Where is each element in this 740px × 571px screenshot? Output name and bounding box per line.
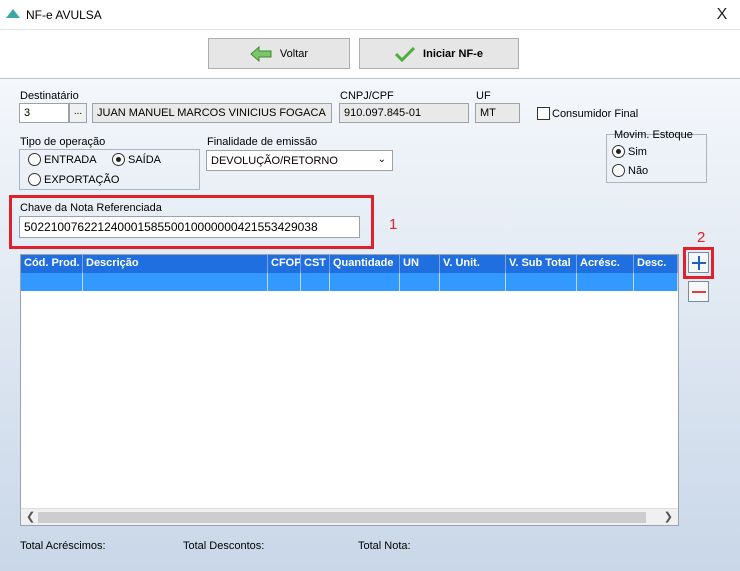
- annotation-number-2: 2: [697, 229, 706, 246]
- col-cod-prod[interactable]: Cód. Prod.: [21, 255, 83, 273]
- col-v-sub-total[interactable]: V. Sub Total: [506, 255, 577, 273]
- uf-field: MT: [475, 103, 520, 123]
- finalidade-label: Finalidade de emissão: [207, 136, 318, 148]
- table-row[interactable]: [21, 273, 678, 291]
- finalidade-select[interactable]: DEVOLUÇÃO/RETORNO ⌄: [206, 150, 393, 171]
- radio-estoque-sim-label: Sim: [628, 145, 647, 158]
- grid-header: Cód. Prod. Descrição CFOP CST Quantidade…: [21, 255, 678, 273]
- total-descontos-label: Total Descontos:: [183, 540, 265, 552]
- radio-exportacao[interactable]: EXPORTAÇÃO: [28, 173, 119, 186]
- table-cell[interactable]: [301, 273, 330, 291]
- uf-label: UF: [476, 90, 491, 102]
- table-cell[interactable]: [21, 273, 83, 291]
- finalidade-value: DEVOLUÇÃO/RETORNO: [211, 155, 338, 167]
- close-icon[interactable]: X: [712, 5, 732, 25]
- radio-estoque-nao-label: Não: [628, 164, 649, 177]
- app-logo-icon: [6, 9, 20, 18]
- iniciar-nfe-button[interactable]: Iniciar NF-e: [359, 38, 519, 69]
- scroll-right-icon[interactable]: ❯: [664, 510, 673, 523]
- window-title: NF-e AVULSA: [26, 8, 102, 22]
- radio-exportacao-label: EXPORTAÇÃO: [44, 173, 120, 186]
- destinatario-code-field[interactable]: 3: [19, 103, 69, 123]
- radio-saida[interactable]: SAÍDA: [112, 153, 161, 166]
- cnpj-field: 910.097.845-01: [339, 103, 469, 123]
- plus-icon: [691, 255, 706, 270]
- arrow-left-icon: [250, 45, 272, 62]
- radio-entrada-circle: [28, 153, 41, 166]
- remove-item-button[interactable]: [688, 281, 709, 302]
- voltar-button[interactable]: Voltar: [208, 38, 350, 69]
- table-cell[interactable]: [268, 273, 301, 291]
- table-cell[interactable]: [577, 273, 634, 291]
- destinatario-name-field: JUAN MANUEL MARCOS VINICIUS FOGACA: [92, 103, 332, 123]
- radio-entrada[interactable]: ENTRADA: [28, 153, 97, 166]
- radio-exportacao-circle: [28, 173, 41, 186]
- title-bar: NF-e AVULSA X: [0, 0, 740, 30]
- add-item-button[interactable]: [688, 252, 709, 273]
- total-nota-label: Total Nota:: [358, 540, 411, 552]
- table-cell[interactable]: [330, 273, 400, 291]
- chave-label: Chave da Nota Referenciada: [20, 202, 162, 214]
- radio-saida-circle: [112, 153, 125, 166]
- movim-estoque-label: Movim. Estoque: [614, 129, 693, 141]
- col-acresc[interactable]: Acrésc.: [577, 255, 634, 273]
- col-cfop[interactable]: CFOP: [268, 255, 301, 273]
- radio-saida-label: SAÍDA: [128, 153, 162, 166]
- table-cell[interactable]: [400, 273, 440, 291]
- col-cst[interactable]: CST: [301, 255, 330, 273]
- col-quantidade[interactable]: Quantidade: [330, 255, 400, 273]
- consumidor-final-label: Consumidor Final: [552, 108, 639, 120]
- tipo-operacao-label: Tipo de operação: [20, 136, 106, 148]
- consumidor-final-checkbox[interactable]: [537, 107, 550, 120]
- radio-estoque-nao[interactable]: Não: [612, 164, 648, 177]
- ellipsis-icon[interactable]: ...: [69, 103, 87, 123]
- radio-estoque-nao-circle: [612, 164, 625, 177]
- iniciar-label: Iniciar NF-e: [423, 47, 483, 60]
- toolbar: Voltar Iniciar NF-e: [0, 30, 740, 78]
- horizontal-scrollbar[interactable]: ❮ ❯: [21, 508, 678, 525]
- radio-estoque-sim-circle: [612, 145, 625, 158]
- scroll-left-icon[interactable]: ❮: [26, 510, 35, 523]
- radio-estoque-sim[interactable]: Sim: [612, 145, 647, 158]
- checkmark-icon: [395, 46, 416, 62]
- col-descricao[interactable]: Descrição: [83, 255, 268, 273]
- voltar-label: Voltar: [279, 47, 309, 60]
- annotation-number-1: 1: [389, 216, 398, 233]
- chevron-down-icon: ⌄: [377, 154, 386, 165]
- table-cell[interactable]: [634, 273, 678, 291]
- col-desc[interactable]: Desc.: [634, 255, 678, 273]
- items-grid[interactable]: Cód. Prod. Descrição CFOP CST Quantidade…: [20, 254, 679, 526]
- total-acrescimos-label: Total Acréscimos:: [20, 540, 106, 552]
- col-un[interactable]: UN: [400, 255, 440, 273]
- destinatario-label: Destinatário: [20, 90, 79, 102]
- scrollbar-thumb[interactable]: [38, 512, 646, 523]
- table-cell[interactable]: [83, 273, 268, 291]
- col-v-unit[interactable]: V. Unit.: [440, 255, 506, 273]
- radio-entrada-label: ENTRADA: [44, 153, 97, 166]
- table-cell[interactable]: [440, 273, 506, 291]
- table-cell[interactable]: [506, 273, 577, 291]
- cnpj-label: CNPJ/CPF: [340, 90, 394, 102]
- chave-field[interactable]: 5022100762212400015855001000000042155342…: [19, 216, 360, 238]
- minus-icon: [691, 290, 706, 293]
